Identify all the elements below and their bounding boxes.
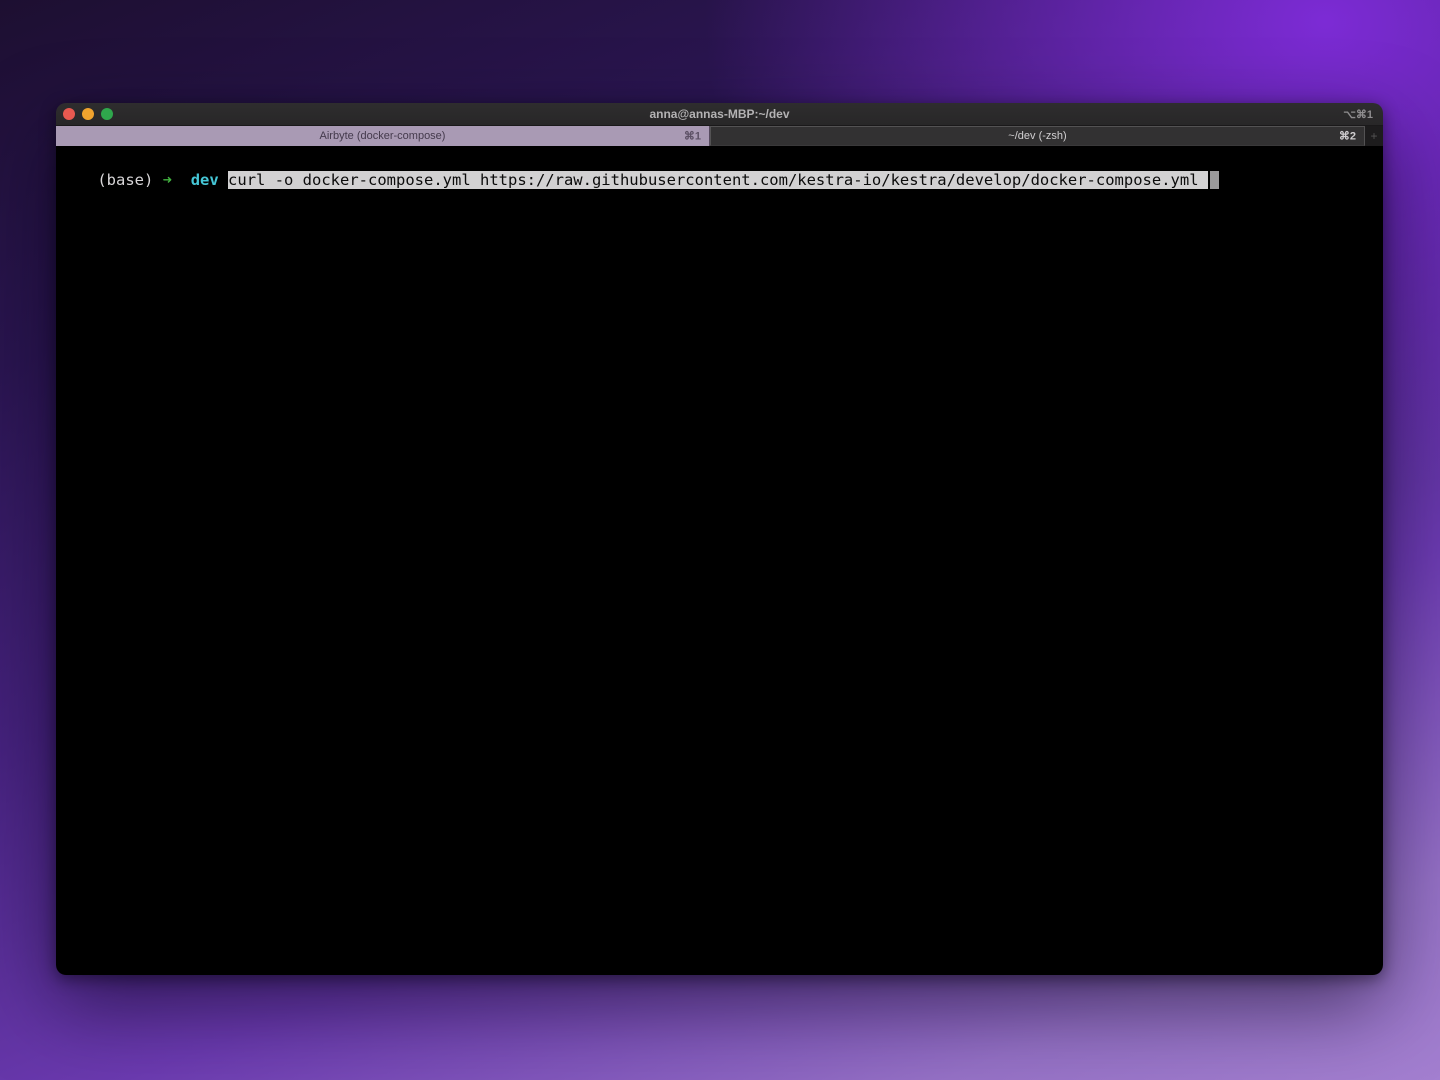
- prompt-arrow: ➜: [163, 171, 172, 189]
- traffic-lights: [56, 108, 113, 120]
- close-button[interactable]: [63, 108, 75, 120]
- new-tab-button[interactable]: +: [1365, 126, 1383, 146]
- terminal-screen[interactable]: (base) ➜ dev curl -o docker-compose.yml …: [56, 146, 1383, 975]
- tab-shortcut-hint: ⌘2: [1339, 130, 1356, 143]
- tab-shortcut-hint: ⌘1: [684, 130, 701, 143]
- selected-command-text: curl -o docker-compose.yml https://raw.g…: [228, 171, 1208, 189]
- tab-label: ~/dev (-zsh): [1008, 130, 1066, 142]
- tab-bar: Airbyte (docker-compose) ⌘1 ~/dev (-zsh)…: [56, 125, 1383, 146]
- prompt-line: (base) ➜ dev curl -o docker-compose.yml …: [97, 171, 1219, 189]
- window-title: anna@annas-MBP:~/dev: [56, 107, 1383, 121]
- minimize-button[interactable]: [82, 108, 94, 120]
- window-shortcut-hint: ⌥⌘1: [1343, 108, 1373, 121]
- terminal-window: anna@annas-MBP:~/dev ⌥⌘1 Airbyte (docker…: [56, 103, 1383, 975]
- prompt-directory: dev: [191, 171, 219, 189]
- prompt-env: (base): [97, 171, 153, 189]
- tab-airbyte[interactable]: Airbyte (docker-compose) ⌘1: [56, 126, 710, 146]
- zoom-button[interactable]: [101, 108, 113, 120]
- title-bar[interactable]: anna@annas-MBP:~/dev ⌥⌘1: [56, 103, 1383, 125]
- tab-label: Airbyte (docker-compose): [320, 130, 446, 142]
- terminal-cursor: [1210, 171, 1219, 189]
- tab-dev-zsh[interactable]: ~/dev (-zsh) ⌘2: [710, 126, 1365, 146]
